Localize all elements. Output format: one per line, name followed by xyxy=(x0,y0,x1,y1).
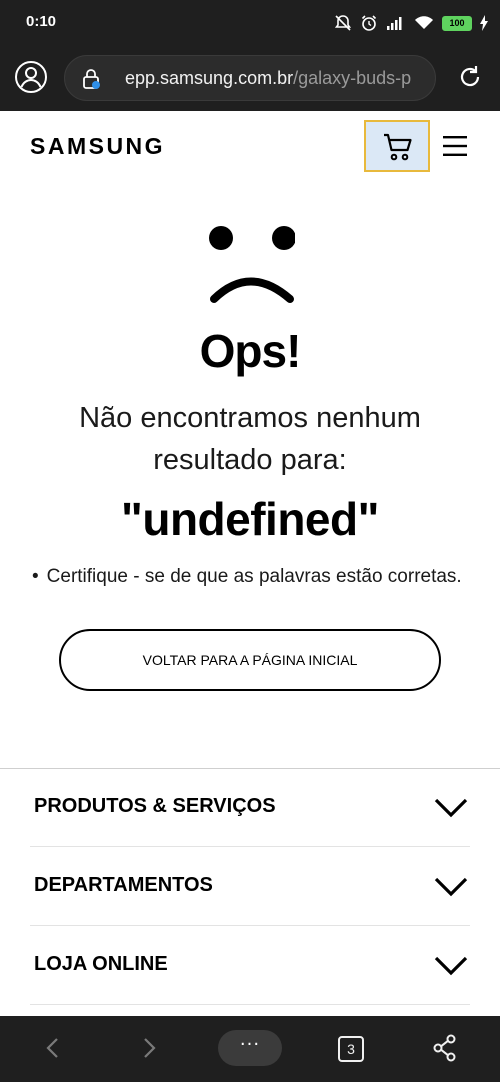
footer-section-departments[interactable]: DEPARTAMENTOS xyxy=(30,848,470,926)
site-header: SAMSUNG xyxy=(0,111,500,183)
status-bar: 0:10 100 xyxy=(0,0,500,44)
chevron-down-icon xyxy=(434,956,468,976)
back-to-home-button[interactable]: VOLTAR PARA A PÁGINA INICIAL xyxy=(59,629,441,691)
status-icons: 100 xyxy=(334,12,488,34)
tip-list: Certifique - se de que as palavras estão… xyxy=(32,566,492,588)
back-button[interactable] xyxy=(42,1033,64,1067)
footer-section-products[interactable]: PRODUTOS & SERVIÇOS xyxy=(30,769,470,847)
tabs-icon: 3 xyxy=(347,1041,355,1057)
account-button[interactable] xyxy=(14,60,48,94)
tip-item: Certifique - se de que as palavras estão… xyxy=(32,566,492,588)
footer-section-label: DEPARTAMENTOS xyxy=(34,874,213,896)
footer-section-label: PRODUTOS & SERVIÇOS xyxy=(34,795,276,817)
cart-icon xyxy=(384,133,412,161)
chevron-down-icon xyxy=(434,877,468,897)
browser-toolbar: epp.samsung.com.br/galaxy-buds-p xyxy=(0,44,500,111)
alarm-icon xyxy=(360,14,378,32)
cart-button[interactable] xyxy=(364,120,430,172)
more-button[interactable]: ··· xyxy=(218,1030,282,1066)
signal-icon xyxy=(386,15,406,31)
chevron-down-icon xyxy=(434,798,468,818)
share-icon xyxy=(433,1034,456,1062)
search-term: "undefined" xyxy=(121,493,379,545)
menu-icon xyxy=(443,136,467,156)
wifi-icon xyxy=(414,15,434,31)
url-host: epp.samsung.com.br xyxy=(125,68,294,88)
error-message: Não encontramos nenhum resultado para: xyxy=(79,402,421,476)
samsung-logo[interactable]: SAMSUNG xyxy=(30,133,165,160)
forward-icon xyxy=(144,1038,156,1058)
url-path: /galaxy-buds-p xyxy=(293,68,412,88)
error-title: Ops! xyxy=(199,325,302,377)
reload-button[interactable] xyxy=(456,63,484,91)
status-time: 0:10 xyxy=(26,13,57,30)
silent-icon xyxy=(334,14,352,32)
lock-icon[interactable] xyxy=(81,68,101,90)
browser-bottom-nav: ··· 3 xyxy=(0,1016,500,1082)
address-bar[interactable]: epp.samsung.com.br/galaxy-buds-p xyxy=(64,55,436,101)
footer-section-online-store[interactable]: LOJA ONLINE xyxy=(30,927,470,1005)
reload-icon xyxy=(460,66,480,87)
more-icon: ··· xyxy=(239,1034,261,1055)
account-icon xyxy=(15,61,47,93)
menu-button[interactable] xyxy=(442,133,468,159)
forward-button[interactable] xyxy=(138,1033,160,1067)
charging-icon xyxy=(480,15,488,31)
url-text[interactable]: epp.samsung.com.br/galaxy-buds-p xyxy=(125,68,411,89)
battery-icon: 100 xyxy=(442,15,472,31)
sad-face-icon xyxy=(205,224,296,304)
footer-section-label: LOJA ONLINE xyxy=(34,953,168,975)
share-button[interactable] xyxy=(432,1033,458,1067)
back-icon xyxy=(46,1038,58,1058)
tabs-button[interactable]: 3 xyxy=(338,1036,364,1062)
